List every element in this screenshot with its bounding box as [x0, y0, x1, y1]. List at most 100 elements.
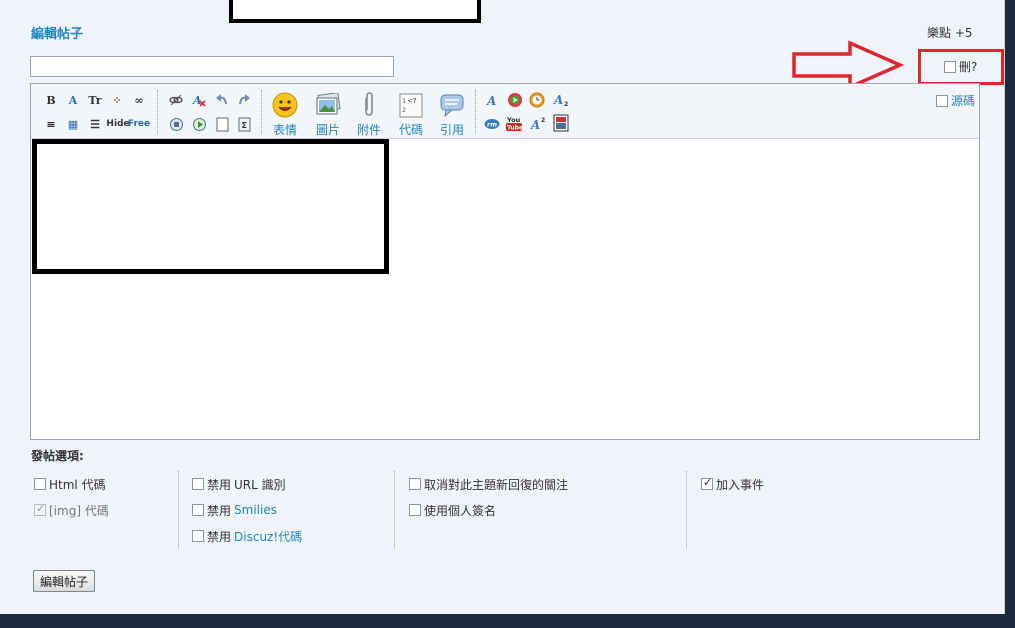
subscript-icon[interactable]: A2 — [553, 92, 569, 108]
quote-icon — [432, 91, 472, 119]
smiley-icon — [265, 91, 305, 119]
insert-flash-icon[interactable] — [191, 116, 207, 132]
source-label: 源碼 — [951, 94, 976, 108]
editor-content-area[interactable] — [31, 140, 979, 439]
source-mode-toggle[interactable]: 源碼 — [936, 92, 975, 109]
clock-icon[interactable] — [529, 92, 545, 108]
svg-text:2: 2 — [564, 101, 568, 107]
disable-discuz-checkbox[interactable] — [192, 530, 204, 542]
media-player-icon[interactable] — [553, 114, 569, 132]
add-event-checkbox[interactable] — [701, 476, 713, 490]
options-column-4: 加入事件 — [701, 471, 764, 497]
youtube-icon[interactable]: You Tube — [506, 115, 522, 131]
disable-smilies-checkbox[interactable] — [192, 504, 204, 516]
disable-smilies-prefix: 禁用 — [207, 503, 232, 518]
signature-checkbox[interactable] — [409, 504, 421, 516]
options-column-1: Html 代碼 [img] 代碼 — [34, 471, 109, 523]
remove-format-icon[interactable]: A — [191, 92, 207, 108]
options-divider — [178, 471, 179, 549]
paperclip-icon — [349, 91, 389, 119]
svg-text:A: A — [553, 93, 563, 107]
add-event-option[interactable]: 加入事件 — [701, 471, 764, 497]
disable-discuz-prefix: 禁用 — [207, 529, 232, 544]
code-button[interactable]: 1 2 <? 代碼 — [391, 91, 431, 138]
delete-label: 刪? — [959, 60, 978, 74]
unsubscribe-option[interactable]: 取消對此主題新回復的關注 — [409, 471, 568, 497]
options-divider — [686, 471, 687, 549]
svg-text:2: 2 — [402, 106, 406, 114]
svg-text:rm: rm — [487, 121, 497, 129]
svg-text:2: 2 — [541, 117, 545, 124]
redacted-region — [229, 0, 481, 23]
font-style-icon[interactable]: A — [484, 92, 500, 108]
svg-text:<?: <? — [408, 97, 416, 105]
insert-media-icon[interactable] — [168, 116, 184, 132]
options-divider — [394, 471, 395, 549]
signature-option[interactable]: 使用個人簽名 — [409, 497, 568, 523]
attachment-label: 附件 — [356, 123, 381, 137]
html-code-checkbox[interactable] — [34, 478, 46, 490]
rm-media-icon[interactable]: rm — [484, 116, 500, 132]
svg-text:A: A — [530, 118, 540, 131]
svg-text:Tube: Tube — [507, 124, 522, 131]
subject-input[interactable] — [30, 56, 394, 77]
editor-toolbar: B A Tr ⁘ ∞ ≡ ▦ ☰ Hide Free A Σ 表情 圖片 附件 … — [31, 84, 979, 139]
link-icon[interactable]: ∞ — [131, 92, 147, 108]
edit-post-submit-button[interactable]: 編輯帖子 — [33, 570, 95, 592]
image-icon — [308, 91, 348, 119]
free-icon[interactable]: Free — [128, 116, 150, 132]
code-label: 代碼 — [398, 123, 423, 137]
svg-text:1: 1 — [402, 97, 406, 105]
disable-url-label: URL 識別 — [234, 477, 286, 492]
options-column-2: 禁用 URL 識別 禁用 Smilies 禁用 Discuz!代碼 — [192, 471, 302, 549]
edit-post-page: 編輯帖子 樂點 +5 刪? B A Tr ⁘ ∞ ≡ ▦ ☰ Hide Free — [0, 0, 1005, 614]
color-palette-icon[interactable]: ⁘ — [109, 92, 125, 108]
options-column-3: 取消對此主題新回復的關注 使用個人簽名 — [409, 471, 568, 523]
bold-icon[interactable]: B — [43, 92, 59, 108]
code-icon: 1 2 <? — [391, 91, 431, 119]
undo-icon[interactable] — [214, 92, 230, 108]
quote-label: 引用 — [439, 123, 464, 137]
hide-icon[interactable]: Hide — [106, 116, 129, 132]
smilies-button[interactable]: 表情 — [265, 91, 305, 138]
page-icon[interactable] — [214, 116, 230, 132]
sigma-icon[interactable]: Σ — [236, 116, 252, 132]
post-options-title: 發帖選項: — [31, 449, 84, 463]
img-code-option: [img] 代碼 — [34, 497, 109, 523]
superscript-icon[interactable]: A2 — [530, 116, 546, 132]
redo-icon[interactable] — [236, 92, 252, 108]
delete-checkbox[interactable] — [944, 60, 956, 73]
attachment-button[interactable]: 附件 — [349, 91, 389, 138]
image-button[interactable]: 圖片 — [308, 91, 348, 138]
svg-text:A: A — [486, 94, 496, 107]
font-color-icon[interactable]: A — [65, 92, 81, 108]
disable-url-checkbox[interactable] — [192, 478, 204, 490]
toolbar-separator — [157, 90, 158, 134]
source-checkbox[interactable] — [936, 94, 948, 107]
toolbar-separator — [475, 90, 476, 134]
unlink-icon[interactable] — [168, 92, 184, 108]
svg-text:Σ: Σ — [241, 121, 246, 130]
disable-url-prefix: 禁用 — [207, 477, 232, 492]
discuz-code-link[interactable]: Discuz!代碼 — [234, 528, 302, 545]
video-icon[interactable] — [507, 92, 523, 108]
delete-post-option[interactable]: 刪? — [944, 58, 977, 75]
list-icon[interactable]: ☰ — [87, 116, 103, 132]
smilies-label: 表情 — [272, 123, 297, 137]
align-left-icon[interactable]: ≡ — [43, 116, 59, 132]
font-size-icon[interactable]: Tr — [87, 92, 103, 108]
disable-discuz-option[interactable]: 禁用 Discuz!代碼 — [192, 523, 302, 549]
svg-text:You: You — [506, 116, 521, 124]
signature-label: 使用個人簽名 — [424, 503, 497, 518]
unsubscribe-checkbox[interactable] — [409, 478, 421, 490]
quote-button[interactable]: 引用 — [432, 91, 472, 138]
unsubscribe-label: 取消對此主題新回復的關注 — [424, 477, 569, 492]
table-icon[interactable]: ▦ — [65, 116, 81, 132]
disable-smilies-option[interactable]: 禁用 Smilies — [192, 497, 302, 523]
smilies-link[interactable]: Smilies — [234, 503, 277, 517]
img-code-checkbox — [34, 502, 46, 516]
img-code-label: [img] 代碼 — [49, 503, 109, 518]
html-code-option[interactable]: Html 代碼 — [34, 471, 109, 497]
toolbar-separator — [261, 90, 262, 134]
disable-url-option[interactable]: 禁用 URL 識別 — [192, 471, 302, 497]
